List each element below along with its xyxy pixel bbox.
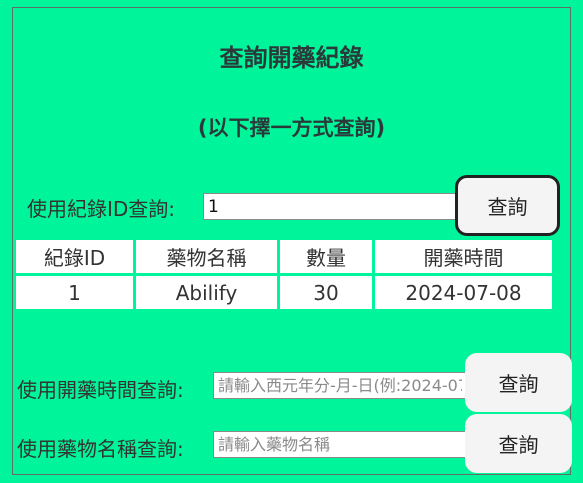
column-header-record-id: 紀錄ID (16, 240, 133, 273)
cell-prescribed-time: 2024-07-08 (375, 276, 552, 309)
table-row: 1 Abilify 30 2024-07-08 (16, 276, 552, 309)
record-id-query-button[interactable]: 查詢 (455, 175, 560, 236)
column-header-prescribed-time: 開藥時間 (375, 240, 552, 273)
drug-name-query-button[interactable]: 查詢 (465, 414, 572, 473)
page-subtitle: (以下擇一方式查詢) (197, 116, 386, 140)
record-id-query-label: 使用紀錄ID查詢: (27, 197, 176, 221)
cell-record-id: 1 (16, 276, 133, 309)
page-title: 查詢開藥紀錄 (219, 44, 364, 72)
column-header-quantity: 數量 (280, 240, 372, 273)
record-id-input[interactable] (203, 193, 457, 220)
column-header-drug-name: 藥物名稱 (136, 240, 277, 273)
date-query-label: 使用開藥時間查詢: (17, 378, 184, 402)
cell-quantity: 30 (280, 276, 372, 309)
records-table: 紀錄ID 藥物名稱 數量 開藥時間 1 Abilify 30 2024-07-0… (13, 237, 555, 312)
date-query-input[interactable] (213, 372, 467, 399)
drug-name-query-input[interactable] (213, 431, 467, 458)
drug-name-query-label: 使用藥物名稱查詢: (17, 437, 184, 461)
date-query-button[interactable]: 查詢 (465, 353, 572, 412)
table-header-row: 紀錄ID 藥物名稱 數量 開藥時間 (16, 240, 552, 273)
cell-drug-name: Abilify (136, 276, 277, 309)
